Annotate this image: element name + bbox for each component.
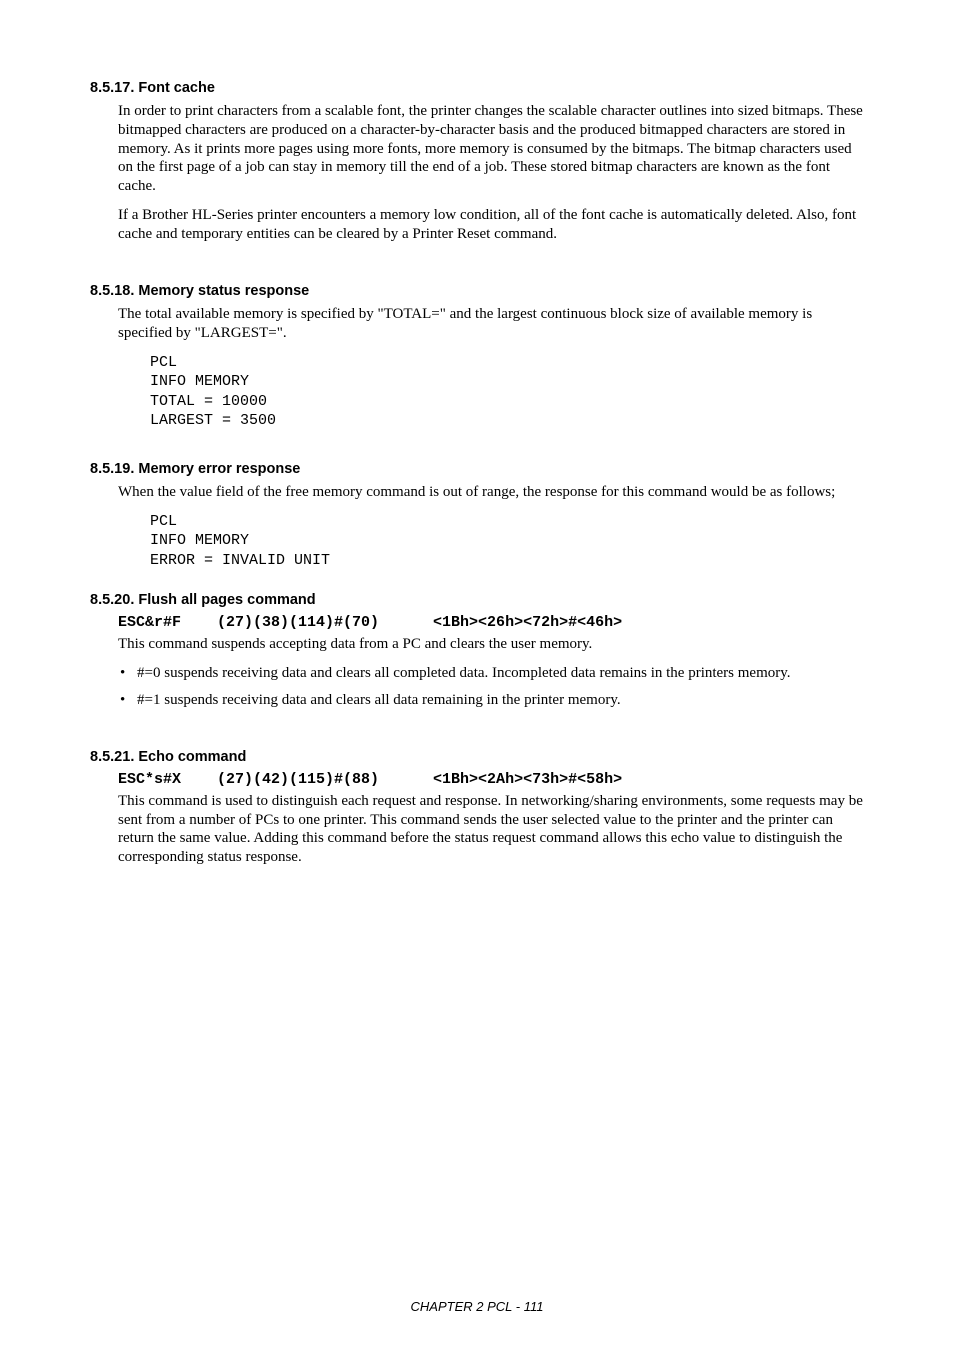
bullet-flush-1: #=1 suspends receiving data and clears a… xyxy=(90,691,864,711)
paragraph-memory-status: The total available memory is specified … xyxy=(90,305,864,343)
heading-8-5-19: 8.5.19. Memory error response xyxy=(90,461,864,477)
page-footer: CHAPTER 2 PCL - 111 xyxy=(0,1299,954,1314)
document-page: 8.5.17. Font cache In order to print cha… xyxy=(0,0,954,867)
paragraph-font-cache-2: If a Brother HL-Series printer encounter… xyxy=(90,206,864,244)
code-line-echo-command: ESC*s#X (27)(42)(115)#(88) <1Bh><2Ah><73… xyxy=(90,771,864,788)
code-block-memory-error: PCL INFO MEMORY ERROR = INVALID UNIT xyxy=(90,512,864,571)
heading-8-5-18: 8.5.18. Memory status response xyxy=(90,283,864,299)
bullet-flush-0: #=0 suspends receiving data and clears a… xyxy=(90,664,864,684)
paragraph-flush-intro: This command suspends accepting data fro… xyxy=(90,635,864,654)
paragraph-memory-error: When the value field of the free memory … xyxy=(90,483,864,502)
heading-8-5-21: 8.5.21. Echo command xyxy=(90,749,864,765)
heading-8-5-17: 8.5.17. Font cache xyxy=(90,80,864,96)
heading-8-5-20: 8.5.20. Flush all pages command xyxy=(90,592,864,608)
paragraph-font-cache-1: In order to print characters from a scal… xyxy=(90,102,864,196)
code-block-memory-status: PCL INFO MEMORY TOTAL = 10000 LARGEST = … xyxy=(90,353,864,431)
paragraph-echo: This command is used to distinguish each… xyxy=(90,792,864,867)
code-line-flush-command: ESC&r#F (27)(38)(114)#(70) <1Bh><26h><72… xyxy=(90,614,864,631)
